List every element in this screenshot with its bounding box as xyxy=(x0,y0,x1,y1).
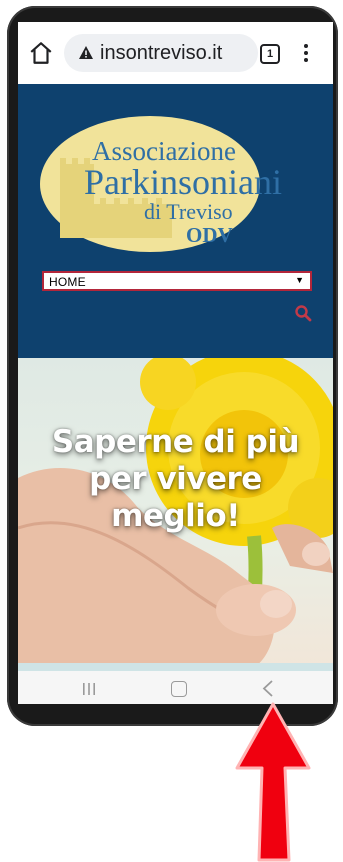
hero-banner: Saperne di più per vivere meglio! xyxy=(18,358,333,671)
logo-line-4: ODV xyxy=(186,223,233,247)
hero-headline: Saperne di più per vivere meglio! xyxy=(18,424,333,535)
logo-line-2: Parkinsoniani xyxy=(84,162,282,202)
nav-menu-select[interactable]: HOME ▼ xyxy=(42,271,312,291)
address-bar[interactable]: insontreviso.it xyxy=(64,34,258,72)
site-logo[interactable]: Associazione Parkinsoniani di Treviso OD… xyxy=(40,108,330,258)
lock-icon[interactable] xyxy=(78,45,94,61)
nav-home-icon[interactable] xyxy=(171,681,187,697)
hero-line-2: per vivere xyxy=(89,461,262,497)
tabs-count-button[interactable]: 1 xyxy=(260,44,280,64)
logo-line-3: di Treviso xyxy=(144,199,233,224)
red-arrow-icon xyxy=(235,702,311,862)
hero-line-1: Saperne di più xyxy=(51,424,300,460)
more-vert-icon[interactable] xyxy=(302,42,310,64)
hero-line-3: meglio! xyxy=(111,498,240,534)
page-bottom-strip xyxy=(18,663,333,671)
caret-down-icon: ▼ xyxy=(295,275,304,285)
nav-select-value: HOME xyxy=(49,275,86,289)
url-text: insontreviso.it xyxy=(100,42,223,64)
back-icon[interactable] xyxy=(262,680,274,697)
system-nav-bar xyxy=(18,671,333,704)
home-icon[interactable] xyxy=(28,40,54,66)
search-icon[interactable] xyxy=(294,304,312,322)
site-header: Associazione Parkinsoniani di Treviso OD… xyxy=(18,84,333,358)
browser-toolbar: insontreviso.it 1 xyxy=(18,22,333,84)
recent-apps-icon[interactable] xyxy=(82,682,96,696)
phone-screen: insontreviso.it 1 Associazione Parkinson… xyxy=(18,22,333,704)
